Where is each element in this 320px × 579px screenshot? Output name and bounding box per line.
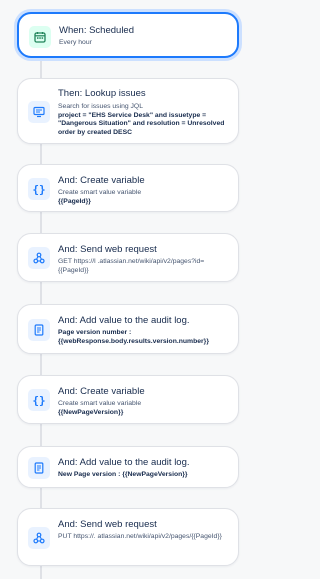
webhook-icon xyxy=(28,247,50,269)
webhook-icon xyxy=(28,527,50,549)
request-url: PUT https://. atlassian.net/wiki/api/v2/… xyxy=(58,533,222,540)
search-issues-icon xyxy=(28,101,50,123)
card-title: And: Add value to the audit log. xyxy=(58,457,190,468)
card-title: Then: Lookup issues xyxy=(58,88,146,99)
trigger-scheduled-card[interactable]: When: Scheduled Every hour xyxy=(17,12,239,58)
audit-log-icon xyxy=(28,457,50,479)
variable-braces-icon: {} xyxy=(28,178,50,200)
card-title: And: Send web request xyxy=(58,244,157,255)
action-send-web-request-card[interactable]: And: Send web request GET https://l .atl… xyxy=(17,233,239,282)
audit-log-label: Page version number : xyxy=(58,329,132,336)
card-title: And: Add value to the audit log. xyxy=(58,315,190,326)
audit-log-value: {{webResponse.body.results.version.numbe… xyxy=(58,337,209,345)
card-subtitle: Create smart value variable xyxy=(58,400,142,407)
action-create-variable-card[interactable]: {} And: Create variable Create smart val… xyxy=(17,375,239,424)
calendar-icon xyxy=(29,26,51,48)
action-audit-log-card[interactable]: And: Add value to the audit log. Page ve… xyxy=(17,304,239,354)
variable-braces-icon: {} xyxy=(28,389,50,411)
action-lookup-issues-card[interactable]: Then: Lookup issues Search for issues us… xyxy=(17,78,239,144)
request-url: GET https://l .atlassian.net/wiki/api/v2… xyxy=(58,258,205,274)
action-create-variable-card[interactable]: {} And: Create variable Create smart val… xyxy=(17,164,239,212)
card-title: When: Scheduled xyxy=(59,25,134,36)
action-send-web-request-card[interactable]: And: Send web request PUT https://. atla… xyxy=(17,508,239,566)
card-subtitle: Every hour xyxy=(59,39,92,46)
card-subtitle: Create smart value variable xyxy=(58,189,142,196)
card-title: And: Send web request xyxy=(58,519,157,530)
variable-name: {{PageId}} xyxy=(58,197,91,205)
action-audit-log-card[interactable]: And: Add value to the audit log. New Pag… xyxy=(17,446,239,488)
jql-query: project = "EHS Service Desk" and issuety… xyxy=(58,111,225,136)
audit-log-icon xyxy=(28,319,50,341)
audit-log-value: New Page version : {{NewPageVersion}} xyxy=(58,471,188,478)
card-title: And: Create variable xyxy=(58,386,145,397)
card-subtitle: Search for issues using JQL xyxy=(58,103,144,110)
variable-name: {{NewPageVersion}} xyxy=(58,408,124,416)
card-title: And: Create variable xyxy=(58,175,145,186)
